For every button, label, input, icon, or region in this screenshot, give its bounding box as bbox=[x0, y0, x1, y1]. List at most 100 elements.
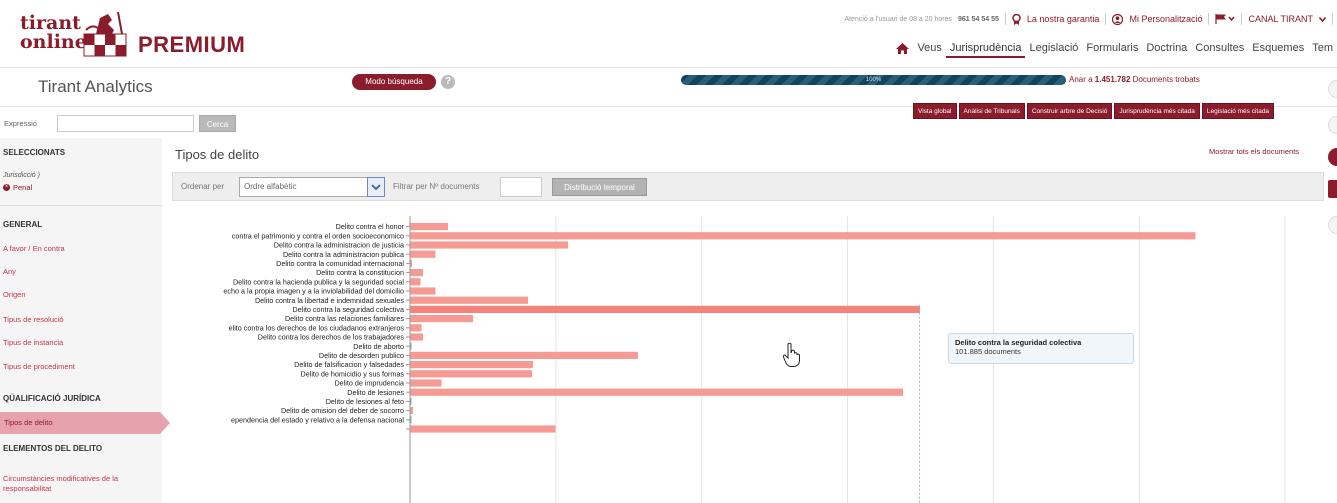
sidebar-item-tipus-instancia[interactable]: Tipus de instancia bbox=[3, 338, 63, 347]
sidebar-item-origen[interactable]: Origen bbox=[3, 290, 26, 299]
order-select-dropdown[interactable] bbox=[367, 177, 385, 197]
crime-elements-heading: ELEMENTOS DEL DELITO bbox=[3, 444, 103, 453]
chart-bar[interactable] bbox=[410, 416, 412, 424]
chart-bar[interactable] bbox=[410, 296, 529, 304]
chart-bar[interactable] bbox=[410, 370, 533, 378]
service-hours-text: Atenció a l'usuari de 08 a 20 hores bbox=[844, 15, 953, 23]
chart-bar[interactable] bbox=[410, 250, 436, 258]
chart-bar[interactable] bbox=[410, 361, 534, 369]
chart-bar[interactable] bbox=[410, 232, 1196, 240]
search-row: Expressió Cerca bbox=[0, 109, 260, 137]
chart-bar[interactable] bbox=[410, 223, 449, 231]
nav-item-jurisprudencia[interactable]: Jurisprudència bbox=[945, 38, 1026, 58]
crime-types-chart: Delito contra el honor contra el patrimon… bbox=[165, 216, 1330, 503]
found-count: 1.451.782 bbox=[1094, 75, 1131, 84]
divider bbox=[1241, 13, 1243, 25]
guarantee-link[interactable]: La nostra garantia bbox=[1027, 14, 1100, 24]
tool-marker-icon[interactable] bbox=[1328, 148, 1337, 166]
found-suffix: Documents trobats bbox=[1130, 75, 1200, 84]
chart-tooltip: Delito contra la seguridad colectiva 101… bbox=[948, 333, 1134, 364]
show-all-documents-link[interactable]: Mostrar tots els documents bbox=[1209, 147, 1299, 156]
search-label: Expressió bbox=[4, 119, 37, 128]
most-cited-legislation-button[interactable]: Legislació més citada bbox=[1201, 103, 1275, 119]
chart-bar[interactable] bbox=[410, 305, 920, 313]
chart-category-label: Delito contra la administracion publica bbox=[283, 250, 404, 259]
chart-category-label: Delito de lesiones al feto bbox=[326, 397, 404, 406]
global-view-button[interactable]: Vista global bbox=[913, 103, 957, 119]
sidebar-item-tipus-resolucio[interactable]: Tipus de resolució bbox=[3, 315, 64, 324]
chart-bar[interactable] bbox=[410, 324, 422, 332]
chart-bar[interactable] bbox=[410, 278, 421, 286]
decision-tree-button[interactable]: Construir arbre de Decisió bbox=[1026, 103, 1113, 119]
sidebar-item-any[interactable]: Any bbox=[3, 267, 16, 276]
most-cited-jurisprudence-button[interactable]: Jurisprudència més citada bbox=[1114, 103, 1200, 119]
knight-logo-icon bbox=[83, 11, 127, 57]
chart-category-label: Delito contra los derechos de los trabaj… bbox=[258, 333, 405, 342]
sidebar-item-circumstancies[interactable]: Circumstàncies modificatives de la respo… bbox=[3, 474, 158, 494]
selected-filter-penal[interactable]: × Penal bbox=[3, 183, 32, 192]
canal-tirant-link[interactable]: CANAL TIRANT bbox=[1248, 14, 1313, 24]
selected-jurisdiction-label: Jurisdicció ) bbox=[3, 172, 40, 179]
nav-item-tem[interactable]: Tem bbox=[1308, 38, 1337, 58]
sidebar-item-tipus-procediment[interactable]: Tipus de procediment bbox=[3, 362, 75, 371]
remove-filter-icon[interactable]: × bbox=[3, 184, 10, 191]
nav-item-formularis[interactable]: Formularis bbox=[1082, 38, 1142, 58]
logo[interactable]: tirant online PREMIUM bbox=[20, 10, 245, 62]
chart-bar[interactable] bbox=[410, 241, 569, 249]
help-icon[interactable]: ? bbox=[441, 75, 455, 89]
chart-bar[interactable] bbox=[410, 333, 424, 341]
divider bbox=[1105, 13, 1107, 25]
sidebar: SELECCIONATS Jurisdicció ) × Penal GENER… bbox=[0, 138, 170, 503]
personalization-link[interactable]: Mi Personalització bbox=[1129, 14, 1202, 24]
filter-docs-input[interactable] bbox=[500, 177, 542, 197]
chart-bar[interactable] bbox=[410, 379, 442, 387]
flag-icon[interactable] bbox=[1215, 14, 1236, 24]
chart-category-label: Delito contra la seguridad colectiva bbox=[293, 305, 404, 314]
nav-item-veus[interactable]: Veus bbox=[913, 38, 945, 58]
documents-found-link[interactable]: Anar a 1.451.782 Documents trobats bbox=[1069, 75, 1200, 84]
hand-cursor-icon bbox=[782, 342, 800, 367]
progress-label: 100% bbox=[865, 77, 882, 83]
progress-bar: 100% bbox=[681, 75, 1066, 85]
divider bbox=[1332, 13, 1333, 25]
chart-bar[interactable] bbox=[410, 388, 904, 396]
chart-category-label: Delito contra las relaciones familiares bbox=[285, 314, 404, 323]
sidebar-item-favor-contra[interactable]: A favor / En contra bbox=[3, 244, 65, 253]
chart-bar[interactable] bbox=[410, 259, 413, 267]
search-mode-button[interactable]: Modo búsqueda bbox=[352, 74, 436, 90]
nav-item-consultes[interactable]: Consultes bbox=[1191, 38, 1248, 58]
chart-category-label: Delito contra la comunidad internacional bbox=[276, 259, 404, 268]
search-input[interactable] bbox=[57, 115, 194, 132]
chart-bar[interactable] bbox=[410, 287, 436, 295]
phone-number: 961 54 54 55 bbox=[958, 15, 999, 23]
chart-bar[interactable] bbox=[410, 351, 639, 359]
top-utility-bar: Atenció a l'usuari de 08 a 20 hores 961 … bbox=[844, 12, 1337, 26]
order-label: Ordenar per bbox=[181, 182, 225, 191]
qualification-heading: QÜALIFICACIÓ JURÍDICA bbox=[3, 394, 101, 403]
chart-category-label: Delito de imprudencia bbox=[334, 379, 404, 388]
chart-category-label: Delito de omision del deber de socorro bbox=[281, 406, 404, 415]
nav-item-legislacio[interactable]: Legislació bbox=[1025, 38, 1082, 58]
temporal-distribution-button[interactable]: Distribució temporal bbox=[552, 178, 647, 196]
courts-analysis-button[interactable]: Anàlisi de Tribunals bbox=[958, 103, 1025, 119]
chart-bar[interactable] bbox=[410, 315, 474, 323]
tool-book-icon[interactable] bbox=[1328, 180, 1337, 198]
nav-item-esquemes[interactable]: Esquemes bbox=[1248, 38, 1308, 58]
tool-circle-icon[interactable] bbox=[1328, 116, 1337, 134]
chart-bar[interactable] bbox=[410, 269, 424, 277]
chart-bar[interactable] bbox=[410, 407, 414, 415]
chart-bar[interactable] bbox=[410, 425, 556, 433]
page: tirant online PREMIUM Atenció a l'usuari… bbox=[0, 0, 1337, 503]
nav-item-doctrina[interactable]: Doctrina bbox=[1142, 38, 1191, 58]
chevron-down-icon bbox=[1319, 16, 1326, 22]
selected-filter-value: Penal bbox=[13, 183, 33, 192]
home-icon[interactable] bbox=[891, 38, 913, 58]
order-select[interactable]: Ordre alfabètic bbox=[239, 177, 373, 197]
found-prefix: Anar a bbox=[1069, 75, 1095, 84]
sidebar-item-tipos-delito[interactable]: Tipos de delito bbox=[0, 412, 170, 434]
search-button[interactable]: Cerca bbox=[199, 115, 236, 132]
chart-category-label: Delito contra la constitucion bbox=[316, 268, 404, 277]
chart-bar[interactable] bbox=[410, 397, 412, 405]
chart-bar[interactable] bbox=[410, 342, 412, 350]
bar-chart-svg: Delito contra el honorcontra el patrimon… bbox=[223, 216, 1286, 503]
